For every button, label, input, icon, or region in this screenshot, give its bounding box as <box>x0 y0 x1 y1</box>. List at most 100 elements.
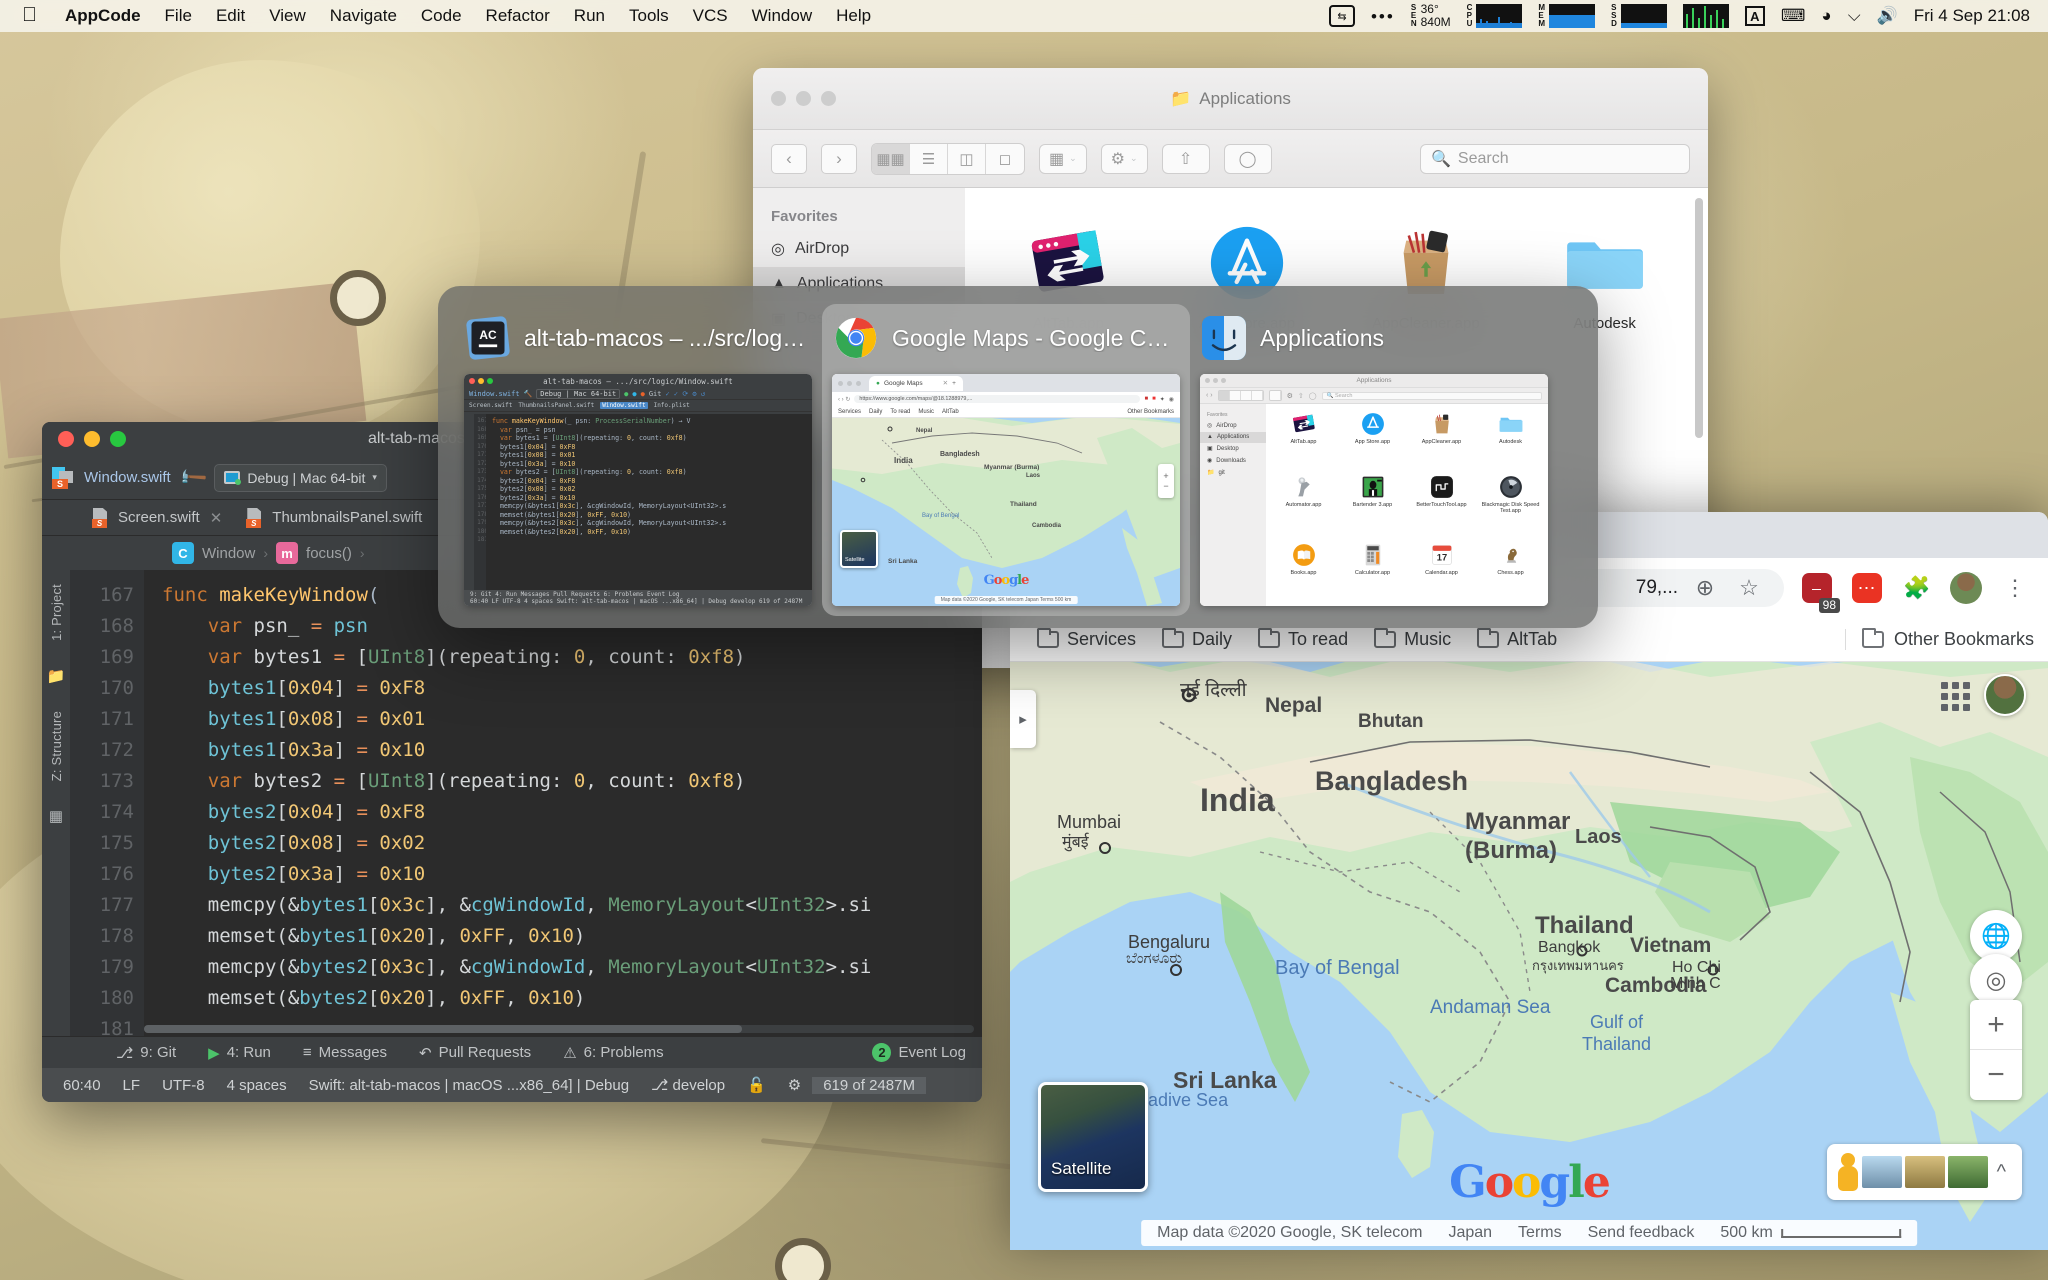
finder-scrollbar[interactable] <box>1695 198 1703 438</box>
grid-view-icon[interactable]: ▦▦ <box>872 143 910 174</box>
tool-window-event-log[interactable]: 2 Event Log <box>856 1043 982 1062</box>
rail-item-structure[interactable]: Z: Structure <box>49 711 64 781</box>
breadcrumb-class[interactable]: Window <box>202 545 255 562</box>
tool-window-pull-requests[interactable]: ↶ Pull Requests <box>403 1044 547 1062</box>
inspection-icon[interactable]: ⚙ <box>777 1076 812 1094</box>
tool-window-problems[interactable]: ⚠ 6: Problems <box>547 1044 680 1062</box>
plus-circle-icon[interactable]: ⊕ <box>1688 571 1722 605</box>
rail-item-project[interactable]: 1: Project <box>49 584 64 641</box>
menu-item-vcs[interactable]: VCS <box>681 6 740 26</box>
profile-avatar[interactable] <box>1950 572 1982 604</box>
photo-thumbnail[interactable] <box>1947 1156 1988 1188</box>
pocket-extension-icon[interactable]: ⎯ 98 <box>1800 571 1840 613</box>
sensors-status-item[interactable]: SEN 36° 840M <box>1403 3 1459 29</box>
bartender-status-item[interactable]: ••• <box>1363 8 1403 25</box>
ssd-status-item[interactable]: SSD <box>1603 4 1675 28</box>
breadcrumb-method[interactable]: focus() <box>306 545 352 562</box>
sidebar-item-airdrop[interactable]: ◎ AirDrop <box>753 231 965 267</box>
menu-item-view[interactable]: View <box>257 6 318 26</box>
finder-group-button[interactable]: ▦ ⌄ <box>1039 143 1087 174</box>
close-icon[interactable]: ✕ <box>210 509 223 527</box>
satellite-layer-toggle[interactable]: Satellite <box>1038 1082 1148 1192</box>
expand-chevron-icon[interactable]: ^ <box>1991 1161 2012 1184</box>
account-avatar[interactable] <box>1984 674 2026 716</box>
my-location-icon[interactable]: ◎ <box>1970 954 2022 1006</box>
alttab-thumbnail-appcode[interactable]: alt-tab-macos – .../src/logic/Window.swi… <box>464 374 812 606</box>
gallery-view-icon[interactable]: ◻ <box>986 144 1024 174</box>
finder-action-button[interactable]: ⚙ ⌄ <box>1100 143 1148 174</box>
puzzle-extensions-icon[interactable]: 🧩 <box>1900 571 1934 605</box>
keyboard-status-item[interactable]: ⌨ <box>1773 6 1814 26</box>
bookmark-other-bookmarks[interactable]: Other Bookmarks <box>1844 628 2034 650</box>
alttab-item-appcode[interactable]: AC alt-tab-macos – .../src/logic... alt-… <box>454 304 822 616</box>
finder-search-field[interactable]: 🔍 Search <box>1420 143 1690 174</box>
alttab-thumbnail-chrome[interactable]: ● Google Maps ✕ + ‹ › ↻ https://www.goog… <box>832 374 1180 606</box>
status-memory-indicator[interactable]: 619 of 2487M <box>812 1076 926 1094</box>
map-zoom-controls[interactable]: + − <box>1970 1000 2022 1100</box>
bookmark-music[interactable]: Music <box>1361 628 1464 650</box>
cpu-status-item[interactable]: CPU <box>1459 4 1531 28</box>
ide-horizontal-scrollbar[interactable] <box>144 1025 974 1033</box>
menu-item-edit[interactable]: Edit <box>204 6 257 26</box>
star-icon[interactable]: ☆ <box>1732 571 1766 605</box>
editor-tab-screen-swift[interactable]: S Screen.swift ✕ <box>80 500 234 535</box>
finder-view-switcher[interactable]: ▦▦ ☰ ◫ ◻ <box>871 142 1025 175</box>
photo-thumbnail[interactable] <box>1904 1156 1945 1188</box>
tool-window-messages[interactable]: ≡ Messages <box>287 1044 403 1061</box>
bookmark-daily[interactable]: Daily <box>1149 628 1245 650</box>
hammer-icon[interactable]: 🔨 <box>176 461 210 495</box>
tool-window-git[interactable]: ⎇ 9: Git <box>100 1044 192 1062</box>
wifi-status-item[interactable]: ◕ <box>1813 6 1839 26</box>
bookmark-to-read[interactable]: To read <box>1245 628 1361 650</box>
google-maps-canvas[interactable]: ▸ नई दिल्ली Nepal Bhutan Bangladesh Indi… <box>1010 662 2048 1250</box>
editor-tab-thumbnailspanel-swift[interactable]: S ThumbnailsPanel.swift <box>234 500 434 535</box>
menu-item-window[interactable]: Window <box>740 6 824 26</box>
status-branch[interactable]: ⎇ develop <box>640 1076 736 1094</box>
kebab-menu-icon[interactable]: ⋮ <box>1998 571 2032 605</box>
finder-tag-button[interactable]: ◯ <box>1223 143 1272 174</box>
apple-logo-icon[interactable]:  <box>6 5 53 28</box>
menu-item-run[interactable]: Run <box>562 6 617 26</box>
bartender-extension-icon[interactable]: ⋯ <box>1850 571 1884 605</box>
run-configuration-selector[interactable]: Debug | Mac 64-bit ▾ <box>214 463 387 492</box>
ide-code-editor[interactable]: func makeKeyWindow( var psn_ = psn var b… <box>144 570 982 1036</box>
alttab-thumbnail-finder[interactable]: Applications ‹ › ⚙ ⇧ ◯ 🔍 Search Favorite… <box>1200 374 1548 606</box>
menu-item-appcode[interactable]: AppCode <box>53 6 153 26</box>
menu-item-file[interactable]: File <box>153 6 204 26</box>
map-link-feedback[interactable]: Send feedback <box>1588 1224 1695 1242</box>
tool-window-run[interactable]: ▶ 4: Run <box>192 1044 287 1062</box>
finder-share-button[interactable]: ⇧ <box>1161 143 1210 174</box>
zoom-out-button[interactable]: − <box>1970 1050 2022 1100</box>
expand-panel-icon[interactable]: ▸ <box>1010 690 1036 748</box>
folder-icon[interactable]: 📁 <box>47 667 66 685</box>
input-source-status-item[interactable]: A <box>1737 6 1773 26</box>
ide-current-file-label[interactable]: Window.swift <box>84 469 171 486</box>
list-view-icon[interactable]: ☰ <box>910 143 948 174</box>
menu-item-refactor[interactable]: Refactor <box>474 6 562 26</box>
map-street-view-bar[interactable]: ^ <box>1826 1144 2022 1200</box>
alttab-item-finder[interactable]: Applications Applications ‹ › ⚙ ⇧ ◯ 🔍 Se… <box>1190 304 1558 616</box>
menu-item-navigate[interactable]: Navigate <box>318 6 409 26</box>
alttab-item-chrome[interactable]: Google Maps - Google Chr... ● Google Map… <box>822 304 1190 616</box>
status-caret-position[interactable]: 60:40 <box>52 1077 112 1094</box>
lock-icon[interactable]: 🔓 <box>736 1076 777 1094</box>
menu-item-code[interactable]: Code <box>409 6 474 26</box>
bookmark-alttab[interactable]: AltTab <box>1464 628 1570 650</box>
volume-status-item[interactable]: 🔊 <box>1869 6 1906 26</box>
grid-icon[interactable]: ▦ <box>49 807 63 825</box>
alt-tab-window-switcher[interactable]: AC alt-tab-macos – .../src/logic... alt-… <box>438 286 1598 628</box>
street-view-pegman[interactable] <box>1837 1153 1859 1191</box>
status-line-separator[interactable]: LF <box>112 1077 152 1094</box>
finder-forward-button[interactable]: › <box>821 143 857 174</box>
status-scheme[interactable]: Swift: alt-tab-macos | macOS ...x86_64] … <box>298 1077 640 1094</box>
finder-back-button[interactable]: ‹ <box>771 143 807 174</box>
map-link-japan[interactable]: Japan <box>1448 1224 1492 1242</box>
menu-item-help[interactable]: Help <box>824 6 883 26</box>
bettertouchtool-status-item[interactable]: ⇆ <box>1321 5 1363 27</box>
menu-item-tools[interactable]: Tools <box>617 6 681 26</box>
menu-bar-clock[interactable]: Fri 4 Sep 21:08 <box>1906 6 2042 26</box>
map-link-terms[interactable]: Terms <box>1518 1224 1562 1242</box>
google-apps-icon[interactable] <box>1941 682 1970 711</box>
bookmark-services[interactable]: Services <box>1024 628 1149 650</box>
status-indent[interactable]: 4 spaces <box>216 1077 298 1094</box>
